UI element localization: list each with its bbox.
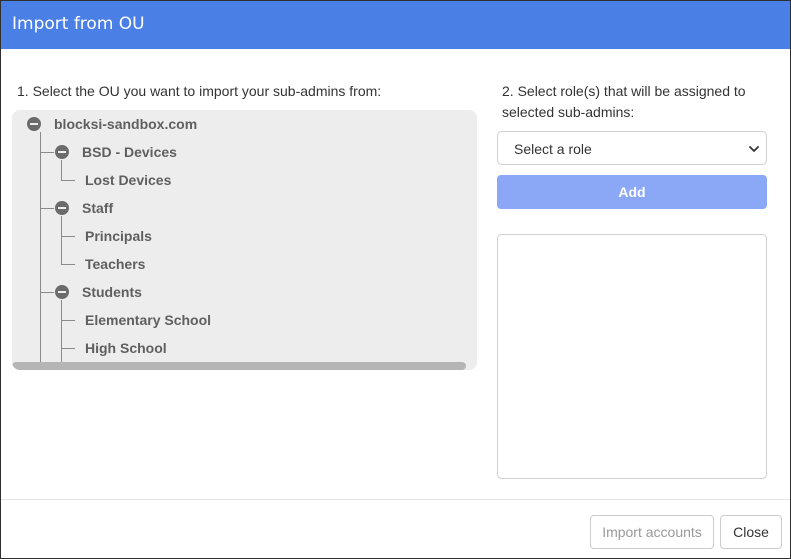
tree-node-label[interactable]: Lost Devices (85, 171, 171, 189)
tree-node-label[interactable]: High School (85, 339, 167, 357)
role-select-value: Select a role (514, 141, 592, 157)
tree-connector (40, 152, 54, 153)
minus-circle-icon[interactable] (55, 285, 69, 299)
minus-circle-icon[interactable] (55, 201, 69, 215)
tree-connector (40, 132, 41, 362)
tree-connector (61, 348, 75, 349)
selected-roles-list (497, 234, 767, 479)
tree-connector (61, 264, 75, 265)
role-select[interactable]: Select a role (497, 131, 767, 165)
tree-node-label[interactable]: Principals (85, 227, 152, 245)
tree-node-label[interactable]: Staff (82, 199, 113, 217)
tree-connector (61, 320, 75, 321)
ou-tree[interactable]: blocksi-sandbox.com BSD - Devices Lost D… (12, 110, 477, 370)
tree-connector (61, 236, 75, 237)
tree-connector (40, 292, 54, 293)
dialog-title: Import from OU (12, 14, 145, 34)
tree-node-label[interactable]: Teachers (85, 255, 145, 273)
tree-connector (61, 180, 75, 181)
add-button[interactable]: Add (497, 175, 767, 209)
step2-label: 2. Select role(s) that will be assigned … (502, 83, 746, 120)
close-button[interactable]: Close (720, 515, 782, 549)
dialog-header: Import from OU (1, 1, 790, 49)
tree-node-label[interactable]: Elementary School (85, 311, 211, 329)
tree-node-label[interactable]: BSD - Devices (82, 143, 177, 161)
tree-connector (40, 208, 54, 209)
tree-connector (61, 300, 62, 362)
import-accounts-button[interactable]: Import accounts (590, 515, 714, 549)
minus-circle-icon[interactable] (55, 145, 69, 159)
minus-circle-icon[interactable] (27, 117, 41, 131)
tree-node-label[interactable]: Students (82, 283, 142, 301)
horizontal-scrollbar[interactable] (12, 362, 466, 370)
chevron-down-icon (749, 146, 759, 152)
tree-root-label[interactable]: blocksi-sandbox.com (54, 115, 197, 133)
footer-divider (1, 499, 790, 500)
tree-connector (61, 216, 62, 264)
tree-connector (61, 160, 62, 180)
import-from-ou-dialog: Import from OU 1. Select the OU you want… (0, 0, 791, 559)
step1-label: 1. Select the OU you want to import your… (17, 83, 382, 99)
